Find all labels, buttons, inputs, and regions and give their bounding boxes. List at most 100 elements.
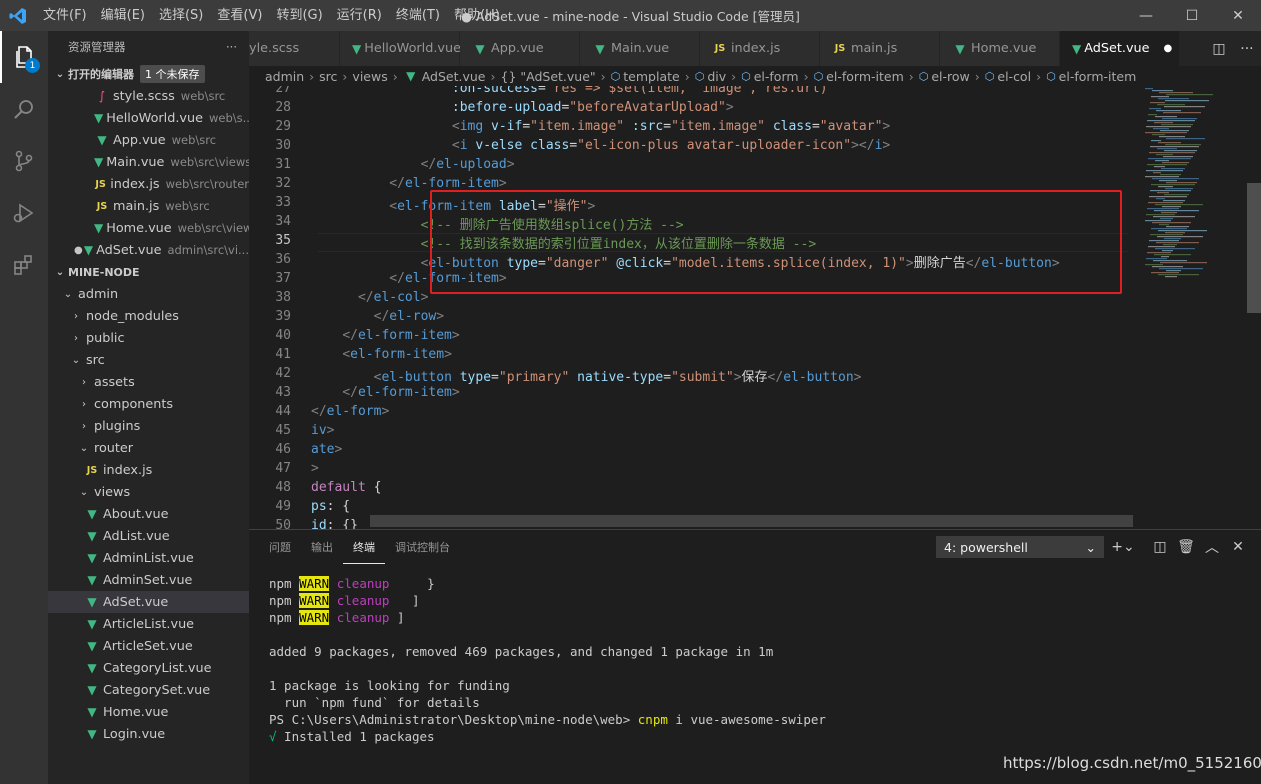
breadcrumb-item[interactable]: el-form	[754, 69, 799, 84]
code-line[interactable]: id: {}	[311, 518, 358, 529]
code-line[interactable]: iv>	[311, 423, 334, 438]
file-item[interactable]: ▼ CategorySet.vue	[48, 679, 249, 701]
editor-tab[interactable]: ▼ Home.vue	[940, 31, 1060, 66]
open-editor-item[interactable]: ▼ App.vue web\src	[48, 129, 249, 151]
panel-tab[interactable]: 输出	[301, 530, 343, 564]
code-line[interactable]: </el-form>	[311, 404, 389, 419]
open-editor-item[interactable]: ▼HelloWorld.vue web\s...	[48, 107, 249, 129]
code-editor[interactable]: 27 :on-success="res => $set(item, 'image…	[249, 86, 1149, 529]
menu-item[interactable]: 文件(F)	[36, 0, 94, 31]
code-line[interactable]: </el-form-item>	[311, 385, 459, 400]
code-line[interactable]: <el-form-item>	[311, 347, 452, 362]
maximize-button[interactable]: ☐	[1169, 0, 1215, 31]
folder-item[interactable]: › plugins	[48, 415, 249, 437]
breadcrumb-item[interactable]: el-row	[931, 69, 969, 84]
close-panel-icon[interactable]: ✕	[1226, 536, 1250, 558]
code-line[interactable]: </el-upload>	[311, 157, 515, 172]
file-item[interactable]: ▼ ArticleSet.vue	[48, 635, 249, 657]
editor-tab[interactable]: ▼ AdSet.vue ●	[1060, 31, 1180, 66]
open-editor-item[interactable]: ∫ style.scss web\src	[48, 85, 249, 107]
code-line[interactable]: <i v-else class="el-icon-plus avatar-upl…	[311, 138, 890, 153]
breadcrumb-item[interactable]: AdSet.vue	[422, 69, 486, 84]
source-control-icon[interactable]	[0, 135, 48, 187]
split-terminal-icon[interactable]: ◫	[1148, 536, 1172, 558]
menu-item[interactable]: 查看(V)	[210, 0, 269, 31]
panel-tab[interactable]: 终端	[343, 530, 385, 564]
run-debug-icon[interactable]	[0, 187, 48, 239]
editor-tab[interactable]: ▼ HelloWorld.vue	[340, 31, 461, 66]
open-editor-item[interactable]: ● ▼ AdSet.vue admin\src\vi...	[48, 239, 249, 261]
code-line[interactable]: </el-row>	[311, 309, 444, 324]
code-line[interactable]: <el-button type="primary" native-type="s…	[311, 366, 862, 385]
file-item[interactable]: ▼ CategoryList.vue	[48, 657, 249, 679]
scrollbar-thumb[interactable]	[1247, 183, 1261, 313]
explorer-icon[interactable]: 1	[0, 31, 48, 83]
menu-item[interactable]: 编辑(E)	[94, 0, 152, 31]
folder-item[interactable]: ⌄ admin	[48, 283, 249, 305]
editor-tab[interactable]: ▼ App.vue	[460, 31, 580, 66]
code-line[interactable]: </el-col>	[311, 290, 428, 305]
folder-item[interactable]: › assets	[48, 371, 249, 393]
menu-item[interactable]: 帮助(H)	[447, 0, 507, 31]
breadcrumb-item[interactable]: views	[352, 69, 387, 84]
code-line[interactable]: </el-form-item>	[311, 328, 459, 343]
search-icon[interactable]	[0, 83, 48, 135]
file-item[interactable]: ▼ AdminList.vue	[48, 547, 249, 569]
code-line[interactable]: default {	[311, 480, 381, 495]
panel-tab[interactable]: 调试控制台	[385, 530, 460, 564]
code-line[interactable]: ate>	[311, 442, 342, 457]
open-editors-section[interactable]: ⌄ 打开的编辑器 1 个未保存	[48, 63, 249, 85]
file-item[interactable]: ▼ AdminSet.vue	[48, 569, 249, 591]
file-item[interactable]: ▼ Login.vue	[48, 723, 249, 745]
menu-item[interactable]: 选择(S)	[152, 0, 210, 31]
open-editor-item[interactable]: ▼ Main.vue web\src\views	[48, 151, 249, 173]
breadcrumb-item[interactable]: src	[319, 69, 337, 84]
code-line[interactable]: <img v-if="item.image" :src="item.image"…	[311, 119, 890, 134]
file-item[interactable]: JS index.js	[48, 459, 249, 481]
folder-item[interactable]: › public	[48, 327, 249, 349]
breadcrumb-item[interactable]: admin	[265, 69, 304, 84]
file-item[interactable]: ▼ ArticleList.vue	[48, 613, 249, 635]
file-item[interactable]: ▼ AdSet.vue	[48, 591, 249, 613]
code-line[interactable]: :before-upload="beforeAvatarUpload">	[311, 100, 734, 115]
panel-tab[interactable]: 问题	[259, 530, 301, 564]
file-item[interactable]: ▼ AdList.vue	[48, 525, 249, 547]
breadcrumb-item[interactable]: el-form-item	[826, 69, 904, 84]
editor-tab[interactable]: JS index.js	[700, 31, 820, 66]
breadcrumb-item[interactable]: el-form-item	[1059, 69, 1137, 84]
trash-icon[interactable]: 🗑	[1174, 536, 1198, 558]
more-actions-icon[interactable]: ···	[226, 40, 237, 54]
folder-item[interactable]: ⌄ src	[48, 349, 249, 371]
editor-tab[interactable]: yle.scss	[249, 31, 340, 66]
more-actions-icon[interactable]: ···	[1240, 41, 1253, 57]
minimize-button[interactable]: —	[1123, 0, 1169, 31]
open-editor-item[interactable]: JS index.js web\src\router	[48, 173, 249, 195]
maximize-panel-icon[interactable]: ︿	[1200, 536, 1224, 558]
open-editor-item[interactable]: JS main.js web\src	[48, 195, 249, 217]
editor-tab[interactable]: JS main.js	[820, 31, 940, 66]
code-line[interactable]: >	[311, 461, 319, 476]
menu-item[interactable]: 转到(G)	[269, 0, 329, 31]
split-editor-icon[interactable]: ◫	[1212, 41, 1225, 57]
open-editor-item[interactable]: ▼Home.vue web\src\views	[48, 217, 249, 239]
breadcrumb-item[interactable]: {} "AdSet.vue"	[501, 69, 596, 84]
minimap[interactable]	[1135, 86, 1247, 529]
project-section[interactable]: ⌄ MINE-NODE	[48, 261, 249, 283]
file-item[interactable]: ▼ About.vue	[48, 503, 249, 525]
folder-item[interactable]: › components	[48, 393, 249, 415]
extensions-icon[interactable]	[0, 239, 48, 291]
new-terminal-icon[interactable]: +⌄	[1111, 536, 1135, 558]
file-item[interactable]: ▼ Home.vue	[48, 701, 249, 723]
menu-item[interactable]: 终端(T)	[389, 0, 447, 31]
menu-item[interactable]: 运行(R)	[330, 0, 389, 31]
close-window-button[interactable]: ✕	[1215, 0, 1261, 31]
breadcrumb-item[interactable]: div	[707, 69, 726, 84]
code-line[interactable]: </el-form-item>	[311, 176, 506, 191]
code-line[interactable]: ps: {	[311, 499, 350, 514]
breadcrumb-item[interactable]: template	[623, 69, 679, 84]
unsaved-dot-icon[interactable]: ●	[1164, 43, 1173, 54]
terminal-select[interactable]: 4: powershell ⌄	[936, 536, 1104, 558]
folder-item[interactable]: ⌄ views	[48, 481, 249, 503]
breadcrumb-item[interactable]: el-col	[997, 69, 1031, 84]
folder-item[interactable]: ⌄ router	[48, 437, 249, 459]
